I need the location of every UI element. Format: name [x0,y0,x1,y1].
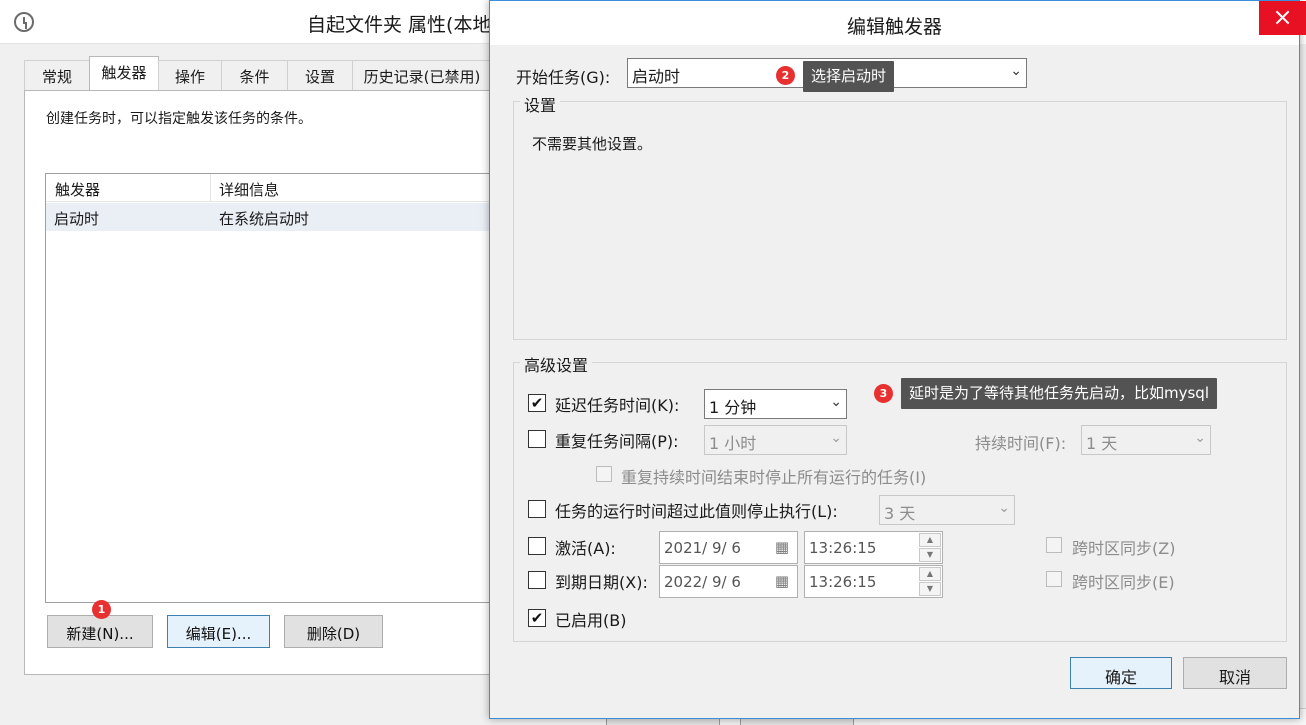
tab-triggers[interactable]: 触发器 [89,56,159,91]
repeat-label: 重复任务间隔(P): [555,432,679,451]
table-row[interactable]: 启动时 在系统启动时 [46,203,494,231]
tab-conditions[interactable]: 条件 [221,60,288,90]
stop-if-longer-dropdown[interactable]: 3 天 ⌄ [879,495,1015,525]
duration-value: 1 天 [1086,434,1118,453]
spin-down-icon[interactable]: ▼ [919,548,941,562]
calendar-icon[interactable]: ▦ [775,538,789,556]
column-header-trigger[interactable]: 触发器 [55,179,100,200]
delete-trigger-button[interactable]: 删除(D) [284,615,383,648]
chevron-down-icon: ⌄ [830,394,842,410]
advanced-settings-title: 高级设置 [520,352,593,376]
activate-sync-label: 跨时区同步(Z) [1072,539,1176,558]
column-divider[interactable] [210,174,211,202]
expire-time-input[interactable]: 13:26:15 ▲ ▼ [804,565,943,598]
duration-dropdown[interactable]: 1 天 ⌄ [1081,425,1211,455]
activate-time-value: 13:26:15 [809,539,877,557]
expire-sync-label: 跨时区同步(E) [1072,573,1175,592]
annotation-badge-3: 3 [874,384,893,403]
stop-all-label: 重复持续时间结束时停止所有运行的任务(I) [621,468,927,487]
stop-if-longer-value: 3 天 [884,504,916,523]
activate-date-picker[interactable]: 2021/ 9/ 6 ▦ [659,531,798,564]
activate-label: 激活(A): [555,539,616,558]
chevron-down-icon: ⌄ [998,500,1010,516]
repeat-checkbox[interactable] [528,430,546,448]
trigger-list-header: 触发器 详细信息 [46,174,494,202]
expire-label: 到期日期(X): [555,573,648,592]
repeat-interval-dropdown[interactable]: 1 小时 ⌄ [704,425,847,455]
spin-up-icon[interactable]: ▲ [919,567,941,581]
chevron-down-icon: ⌄ [1010,63,1022,79]
expire-time-value: 13:26:15 [809,573,877,591]
properties-window-title: 自起文件夹 属性(本地 [307,14,492,36]
expire-date-picker[interactable]: 2022/ 9/ 6 ▦ [659,565,798,598]
expire-date-value: 2022/ 9/ 6 [664,573,741,591]
expire-checkbox[interactable] [528,571,546,589]
stop-if-longer-checkbox[interactable] [528,500,546,518]
delay-label: 延迟任务时间(K): [555,396,680,415]
delay-value: 1 分钟 [709,398,757,417]
activate-sync-checkbox[interactable] [1046,537,1062,553]
annotation-badge-1: 1 [92,600,111,619]
triggers-description: 创建任务时，可以指定触发该任务的条件。 [46,111,312,127]
chevron-down-icon: ⌄ [830,430,842,446]
delay-dropdown[interactable]: 1 分钟 ⌄ [704,389,847,419]
activate-date-value: 2021/ 9/ 6 [664,539,741,557]
settings-group-title: 设置 [520,92,561,116]
annotation-tooltip-2: 选择启动时 [803,61,895,92]
tab-actions[interactable]: 操作 [158,60,222,90]
enabled-label: 已启用(B) [555,611,627,630]
spin-down-icon[interactable]: ▼ [919,582,941,596]
settings-message: 不需要其他设置。 [532,135,653,153]
begin-task-value: 启动时 [632,67,681,86]
enabled-checkbox[interactable]: ✔ [528,609,546,627]
ok-button[interactable]: 确定 [1070,657,1172,689]
annotation-badge-2: 2 [776,66,795,85]
expire-sync-checkbox[interactable] [1046,571,1062,587]
stop-if-longer-label: 任务的运行时间超过此值则停止执行(L): [555,502,838,521]
tab-general[interactable]: 常规 [24,60,90,90]
edit-trigger-button[interactable]: 编辑(E)... [167,615,270,648]
activate-checkbox[interactable] [528,537,546,555]
cell-trigger: 启动时 [54,210,100,228]
repeat-interval-value: 1 小时 [709,434,757,453]
trigger-list[interactable] [45,173,495,603]
dialog-title: 编辑触发器 [846,16,942,38]
dialog-titlebar: 编辑触发器 [490,1,1299,45]
duration-label: 持续时间(F): [975,434,1067,453]
stop-all-checkbox[interactable] [596,466,612,482]
new-trigger-button[interactable]: 新建(N)... [47,615,153,648]
clock-icon [14,12,34,32]
delay-checkbox[interactable]: ✔ [528,394,546,412]
begin-task-label: 开始任务(G): [516,68,611,87]
column-header-details[interactable]: 详细信息 [219,179,279,200]
chevron-down-icon: ⌄ [1194,430,1206,446]
activate-time-input[interactable]: 13:26:15 ▲ ▼ [804,531,943,564]
tab-history[interactable]: 历史记录(已禁用) [352,60,492,90]
close-icon[interactable]: × [1259,1,1306,35]
calendar-icon[interactable]: ▦ [775,572,789,590]
spin-up-icon[interactable]: ▲ [919,533,941,547]
annotation-tooltip-3: 延时是为了等待其他任务先启动，比如mysql [901,378,1217,409]
tab-settings[interactable]: 设置 [287,60,353,90]
cancel-button[interactable]: 取消 [1183,657,1287,689]
cell-details: 在系统启动时 [219,210,310,228]
